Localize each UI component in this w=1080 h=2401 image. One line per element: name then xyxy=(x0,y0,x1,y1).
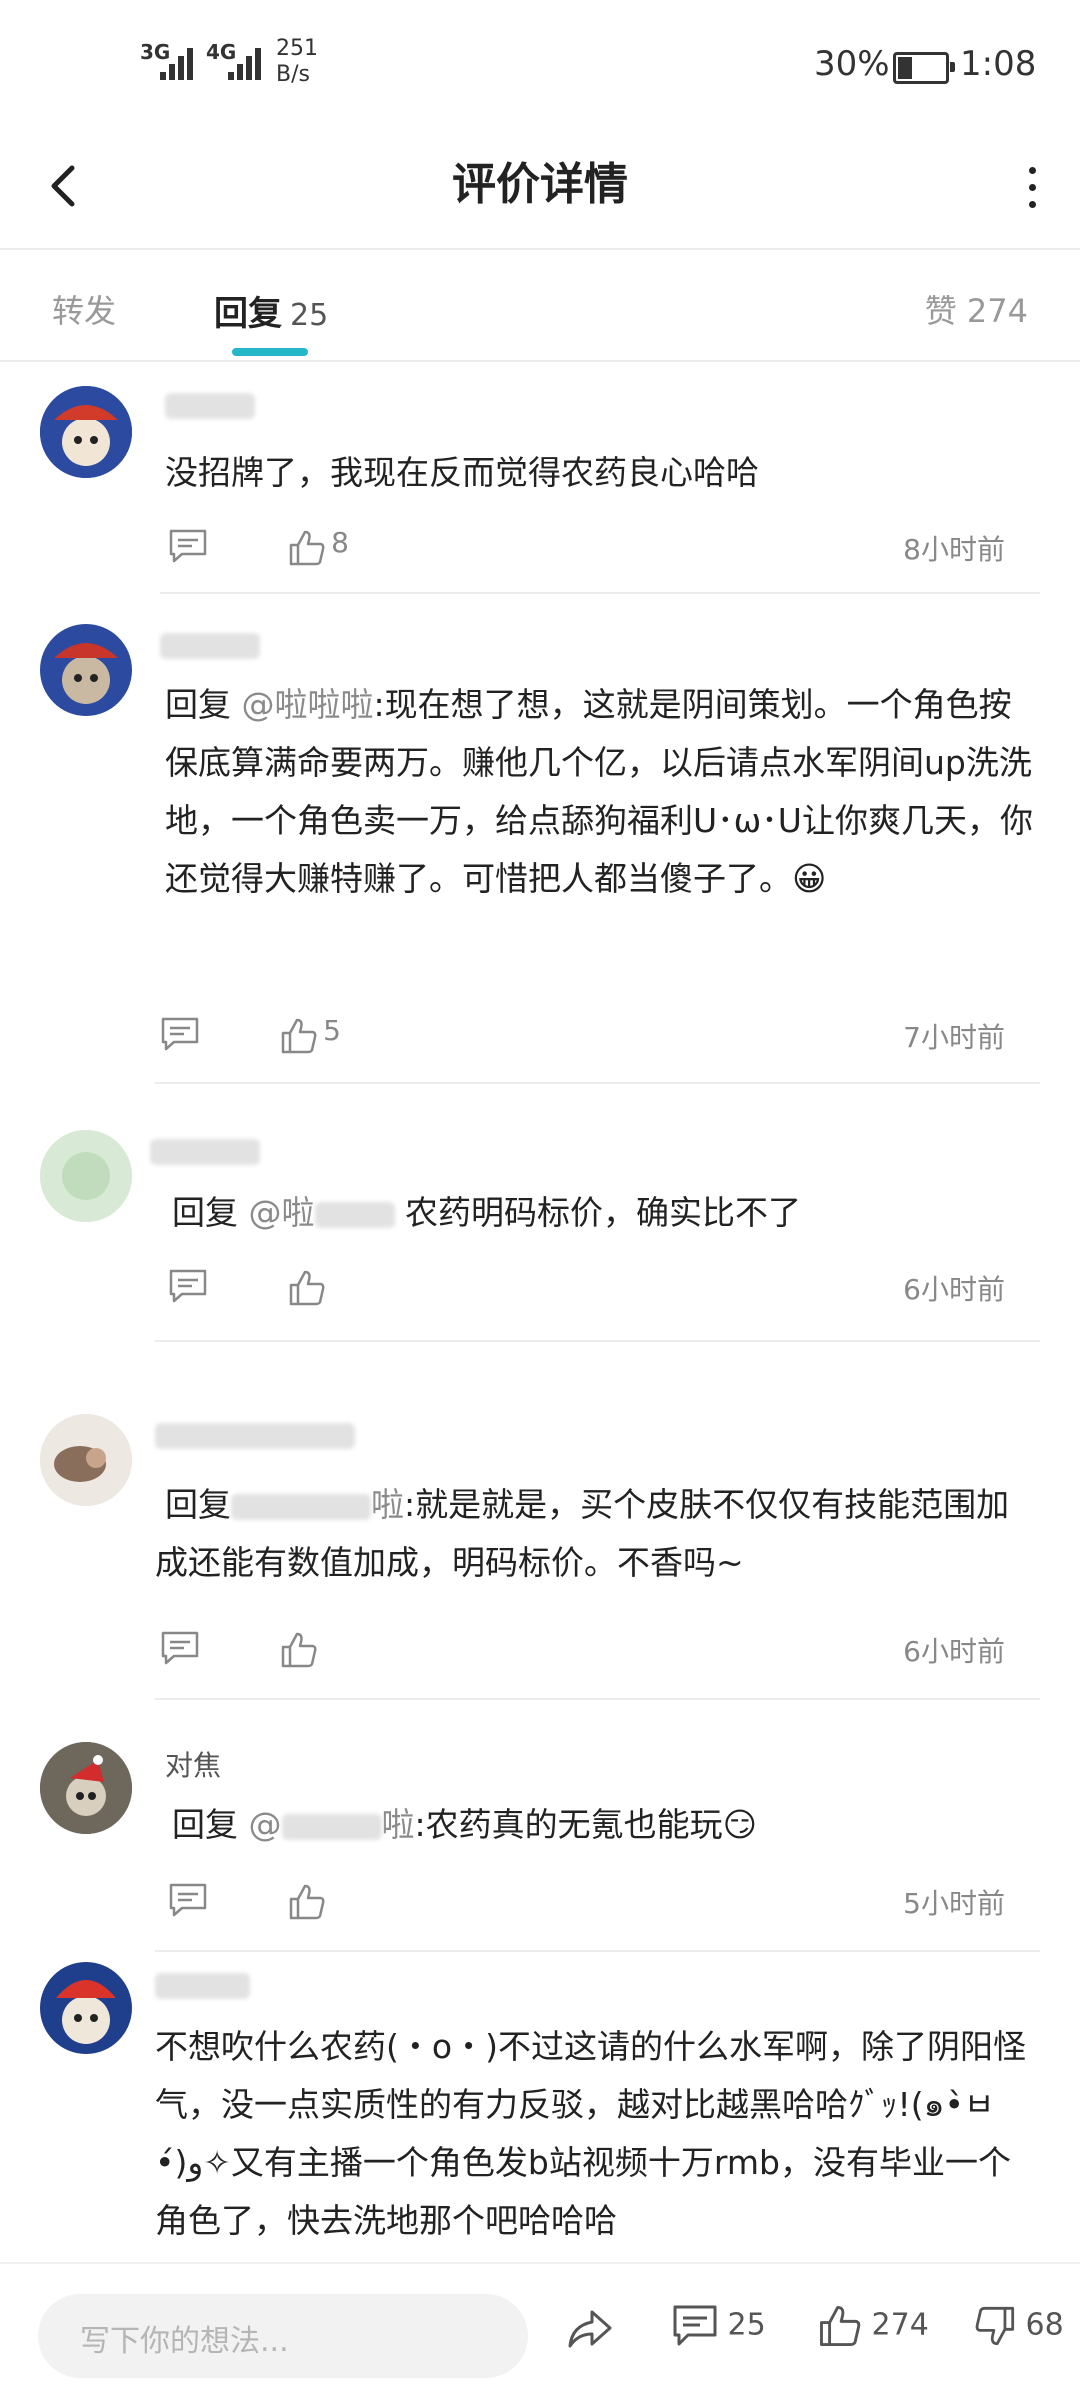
comment-text: 回复 @啦 农药明码标价，确实比不了 xyxy=(172,1193,801,1232)
comment-time: 6小时前 xyxy=(903,1273,1005,1306)
avatar[interactable] xyxy=(40,1414,132,1506)
comment-time: 7小时前 xyxy=(903,1021,1005,1054)
comment-count-button[interactable]: 25 xyxy=(672,2304,766,2348)
dislike-count: 68 xyxy=(1025,2307,1064,2343)
status-bar: 3G 4G 251 B/s 30% 1:08 xyxy=(0,0,1080,130)
divider xyxy=(155,1340,1040,1342)
signal-bars-icon xyxy=(160,46,196,80)
page-title: 评价详情 xyxy=(452,159,628,210)
dislike-count-button[interactable]: 68 xyxy=(974,2304,1064,2348)
like-button[interactable] xyxy=(288,1880,326,1921)
mention-link[interactable]: @啦啦啦 xyxy=(242,685,374,724)
username-blurred xyxy=(150,1134,260,1167)
tab-reply[interactable]: 回复 25 xyxy=(214,286,328,335)
thumbs-up-icon xyxy=(289,1884,325,1919)
like-count: 5 xyxy=(323,1014,341,1047)
username-blurred xyxy=(165,388,255,421)
like-button[interactable]: 5 xyxy=(280,1014,341,1055)
tab-reply-count: 25 xyxy=(290,298,329,333)
reply-button[interactable] xyxy=(160,1630,200,1670)
divider xyxy=(160,592,1040,594)
mention-link[interactable]: @啦 xyxy=(249,1193,315,1232)
avatar[interactable] xyxy=(40,1130,132,1222)
net-speed: 251 B/s xyxy=(276,36,318,88)
clock: 1:08 xyxy=(960,44,1037,84)
active-tab-indicator xyxy=(232,348,308,356)
comment-text: 不想吹什么农药(・o・)不过这请的什么水军啊，除了阴阳怪气，没一点实质性的有力反… xyxy=(155,2027,1026,2240)
tab-forward-label: 转发 xyxy=(52,292,117,330)
like-button[interactable] xyxy=(288,1266,326,1307)
net-speed-value: 251 xyxy=(276,36,318,61)
tab-likes-count: 274 xyxy=(966,292,1028,330)
comment-text: 没招牌了，我现在反而觉得农药良心哈哈 xyxy=(165,453,759,492)
more-button[interactable] xyxy=(1012,158,1052,218)
thumbs-up-icon xyxy=(289,530,325,565)
comment-list[interactable]: 没招牌了，我现在反而觉得农药良心哈哈 8 8小时前 回复 @啦啦啦:现在想了想，… xyxy=(0,362,1080,2262)
like-count: 274 xyxy=(871,2307,929,2343)
divider xyxy=(155,1082,1040,1084)
reply-button[interactable] xyxy=(168,1882,208,1922)
comment-icon xyxy=(169,529,207,563)
mention-link[interactable]: 啦 xyxy=(371,1485,404,1524)
bottom-action-bar: 写下你的想法... 25 274 68 xyxy=(0,2262,1080,2401)
thumbs-up-icon xyxy=(820,2306,861,2346)
app-header: 评价详情 xyxy=(0,130,1080,250)
more-vertical-icon xyxy=(1029,167,1036,174)
username-blurred xyxy=(155,1968,250,2001)
username[interactable]: 对焦 xyxy=(165,1744,221,1784)
comment-icon xyxy=(161,1631,199,1665)
comment-icon xyxy=(169,1269,207,1303)
net-speed-unit: B/s xyxy=(276,62,310,87)
tab-likes[interactable]: 赞 274 xyxy=(925,286,1028,332)
comment-time: 5小时前 xyxy=(903,1887,1005,1920)
avatar[interactable] xyxy=(40,1962,132,2054)
comment-text: 回复 @ 啦:农药真的无氪也能玩😏 xyxy=(172,1805,758,1844)
reply-button[interactable] xyxy=(160,1016,200,1056)
thumbs-down-icon xyxy=(975,2306,1015,2346)
share-icon xyxy=(568,2310,612,2348)
tab-forward[interactable]: 转发 xyxy=(52,286,116,332)
divider xyxy=(155,1950,1040,1952)
avatar[interactable] xyxy=(40,624,132,716)
like-count: 8 xyxy=(331,526,349,559)
avatar[interactable] xyxy=(40,386,132,478)
comment-time: 8小时前 xyxy=(903,533,1005,566)
username-blurred xyxy=(160,628,260,661)
comment-count: 25 xyxy=(727,2307,766,2343)
divider xyxy=(155,1698,1040,1700)
comment-text: 回复 @啦啦啦:现在想了想，这就是阴间策划。一个角色按保底算满命要两万。赚他几个… xyxy=(165,685,1033,898)
comment-icon xyxy=(161,1017,199,1051)
like-button[interactable]: 8 xyxy=(288,526,349,567)
username-blurred xyxy=(155,1418,355,1451)
like-count-button[interactable]: 274 xyxy=(818,2304,929,2348)
comment-input[interactable]: 写下你的想法... xyxy=(38,2294,528,2378)
tab-bar: 转发 回复 25 赞 274 xyxy=(0,250,1080,362)
comment-time: 6小时前 xyxy=(903,1635,1005,1668)
comment-icon xyxy=(673,2305,717,2346)
tab-likes-label: 赞 xyxy=(924,292,957,330)
comment-input-placeholder: 写下你的想法... xyxy=(80,2324,289,2359)
thumbs-up-icon xyxy=(281,1632,317,1667)
comment-text: 回复 啦:就是就是，买个皮肤不仅仅有技能范围加成还能有数值加成，明码标价。不香吗~ xyxy=(155,1485,1010,1582)
tab-reply-label: 回复 xyxy=(214,294,282,334)
comment-icon xyxy=(169,1883,207,1917)
like-button[interactable] xyxy=(280,1628,318,1669)
signal-bars-icon xyxy=(228,46,264,80)
share-button[interactable] xyxy=(566,2304,614,2352)
avatar[interactable] xyxy=(40,1742,132,1834)
thumbs-up-icon xyxy=(289,1270,325,1305)
mention-link[interactable]: @啦 xyxy=(249,1805,415,1844)
battery-icon xyxy=(893,52,955,84)
reply-button[interactable] xyxy=(168,1268,208,1308)
reply-button[interactable] xyxy=(168,528,208,568)
thumbs-up-icon xyxy=(281,1018,317,1053)
battery-percent: 30% xyxy=(814,44,890,84)
